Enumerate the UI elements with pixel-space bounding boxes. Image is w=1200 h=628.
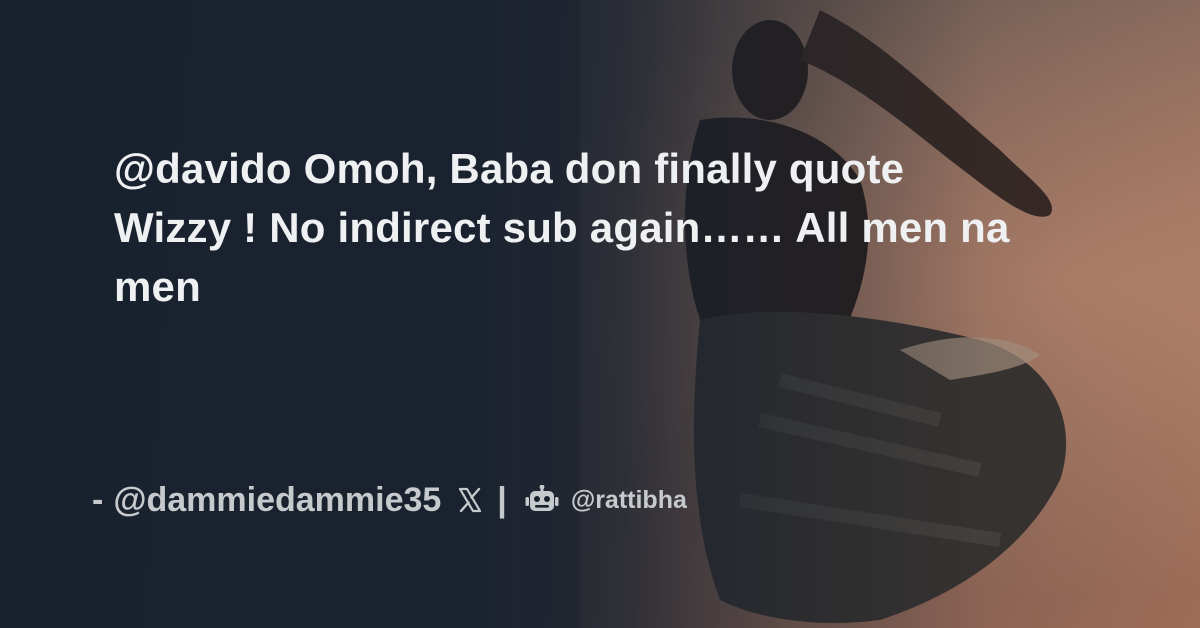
attribution-line: - @dammiedammie35 | @rattibha <box>92 477 687 523</box>
site-handle[interactable]: @rattibha <box>571 486 687 515</box>
share-card: @davido Omoh, Baba don finally quote Wiz… <box>0 0 1200 628</box>
author-handle[interactable]: @dammiedammie35 <box>113 481 441 520</box>
robot-icon <box>525 485 559 515</box>
tweet-text: @davido Omoh, Baba don finally quote Wiz… <box>114 145 1010 310</box>
separator: | <box>497 480 507 519</box>
x-logo-icon <box>457 485 483 515</box>
attribution-dash: - <box>92 480 104 519</box>
